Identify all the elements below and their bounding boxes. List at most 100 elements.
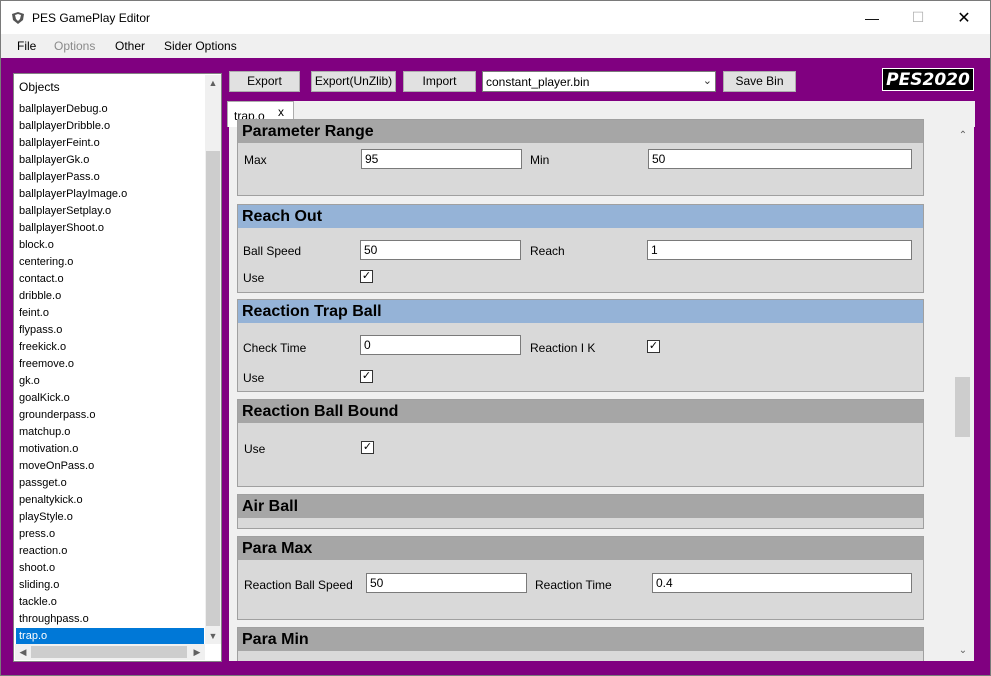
scroll-thumb[interactable] — [955, 377, 970, 437]
check-time-input[interactable]: 0 — [360, 335, 521, 355]
reaction-ik-checkbox[interactable]: ✓ — [647, 340, 660, 353]
max-input[interactable]: 95 — [361, 149, 522, 169]
group-title: Reach Out — [238, 205, 923, 228]
group-title: Para Max — [238, 537, 923, 560]
list-item[interactable]: goalKick.o — [16, 390, 204, 407]
list-item[interactable]: ballplayerDebug.o — [16, 101, 204, 118]
list-item[interactable]: press.o — [16, 526, 204, 543]
pes-logo: PES2020 — [882, 68, 974, 91]
list-item[interactable]: moveOnPass.o — [16, 458, 204, 475]
list-item[interactable]: ballplayerShoot.o — [16, 220, 204, 237]
menu-other[interactable]: Other — [115, 39, 145, 53]
list-item[interactable]: contact.o — [16, 271, 204, 288]
list-item[interactable]: ballplayerFeint.o — [16, 135, 204, 152]
list-item[interactable]: grounderpass.o — [16, 407, 204, 424]
list-item[interactable]: ballplayerGk.o — [16, 152, 204, 169]
scroll-left-icon[interactable]: ◀ — [15, 644, 31, 660]
title-bar: PES GamePlay Editor — ☐ ✕ — [1, 1, 990, 34]
scroll-thumb[interactable] — [206, 151, 220, 626]
list-item[interactable]: throughpass.o — [16, 611, 204, 628]
minimize-button[interactable]: — — [849, 1, 895, 34]
list-item[interactable]: centering.o — [16, 254, 204, 271]
import-button[interactable]: Import — [403, 71, 476, 92]
use-checkbox[interactable]: ✓ — [361, 441, 374, 454]
group-title: Air Ball — [238, 495, 923, 518]
group-title: Para Min — [238, 628, 923, 651]
objects-list[interactable]: Objects ballplayerDebug.o ballplayerDribb… — [13, 73, 222, 662]
list-item[interactable]: tackle.o — [16, 594, 204, 611]
use-checkbox[interactable]: ✓ — [360, 370, 373, 383]
list-item[interactable]: playStyle.o — [16, 509, 204, 526]
hscroll-thumb[interactable] — [31, 646, 187, 658]
reach-label: Reach — [530, 244, 565, 258]
reaction-time-input[interactable]: 0.4 — [652, 573, 912, 593]
list-item[interactable]: dribble.o — [16, 288, 204, 305]
reach-input[interactable]: 1 — [647, 240, 912, 260]
reaction-time-label: Reaction Time — [535, 578, 612, 592]
list-item[interactable]: flypass.o — [16, 322, 204, 339]
group-title: Parameter Range — [238, 120, 923, 143]
objects-header: Objects — [19, 80, 60, 94]
max-label: Max — [244, 153, 267, 167]
list-item[interactable]: ballplayerPass.o — [16, 169, 204, 186]
export-button[interactable]: Export — [229, 71, 300, 92]
group-air-ball: Air Ball — [237, 494, 924, 529]
list-item[interactable]: shoot.o — [16, 560, 204, 577]
app-window: PES GamePlay Editor — ☐ ✕ File Options O… — [0, 0, 991, 676]
list-item[interactable]: freemove.o — [16, 356, 204, 373]
menu-sider-options[interactable]: Sider Options — [164, 39, 237, 53]
tab-close-icon[interactable]: x — [278, 105, 284, 119]
list-item[interactable]: feint.o — [16, 305, 204, 322]
scroll-up-icon[interactable]: ⌃ — [953, 127, 973, 145]
list-item[interactable]: gk.o — [16, 373, 204, 390]
list-item[interactable]: block.o — [16, 237, 204, 254]
export-unzlib-button[interactable]: Export(UnZlib) — [311, 71, 396, 92]
content-vertical-scrollbar[interactable]: ⌃ ⌄ — [953, 127, 973, 661]
min-label: Min — [530, 153, 550, 167]
menu-options[interactable]: Options — [54, 39, 95, 53]
list-item[interactable]: sliding.o — [16, 577, 204, 594]
group-para-max: Para Max Reaction Ball Speed 50 Reaction… — [237, 536, 924, 620]
list-item[interactable]: motivation.o — [16, 441, 204, 458]
app-icon — [12, 12, 24, 24]
file-select[interactable]: constant_player.bin ⌄ — [482, 71, 716, 92]
menu-bar: File Options Other Sider Options — [1, 34, 990, 58]
use-label: Use — [244, 442, 266, 456]
list-item[interactable]: passget.o — [16, 475, 204, 492]
scroll-up-icon[interactable]: ▲ — [205, 75, 221, 91]
group-title: Reaction Ball Bound — [238, 400, 923, 423]
list-item[interactable]: ballplayerDribble.o — [16, 118, 204, 135]
scroll-down-icon[interactable]: ▼ — [205, 628, 221, 644]
reaction-ball-speed-input[interactable]: 50 — [366, 573, 527, 593]
save-bin-button[interactable]: Save Bin — [723, 71, 796, 92]
group-title: Reaction Trap Ball — [238, 300, 923, 323]
ball-speed-label: Ball Speed — [243, 244, 302, 258]
use-checkbox[interactable]: ✓ — [360, 270, 373, 283]
list-item[interactable]: freekick.o — [16, 339, 204, 356]
menu-file[interactable]: File — [17, 39, 36, 53]
window-title: PES GamePlay Editor — [32, 11, 151, 25]
group-reaction-trap-ball: Reaction Trap Ball Check Time 0 Reaction… — [237, 299, 924, 392]
reaction-ik-label: Reaction I K — [530, 341, 596, 355]
min-input[interactable]: 50 — [648, 149, 912, 169]
scroll-down-icon[interactable]: ⌄ — [953, 642, 973, 660]
list-item[interactable]: penaltykick.o — [16, 492, 204, 509]
list-item[interactable]: trap.o — [16, 628, 204, 645]
list-item[interactable]: reaction.o — [16, 543, 204, 560]
objects-horizontal-scrollbar[interactable]: ◀ ▶ — [15, 644, 205, 660]
scroll-right-icon[interactable]: ▶ — [189, 644, 205, 660]
chevron-down-icon: ⌄ — [702, 75, 712, 87]
list-item[interactable]: ballplayerPlayImage.o — [16, 186, 204, 203]
use-label: Use — [243, 371, 265, 385]
group-reaction-ball-bound: Reaction Ball Bound Use ✓ — [237, 399, 924, 487]
close-button[interactable]: ✕ — [941, 1, 987, 34]
list-item[interactable]: ballplayerSetplay.o — [16, 203, 204, 220]
maximize-button[interactable]: ☐ — [895, 1, 941, 34]
group-reach-out: Reach Out Ball Speed 50 Reach 1 Use ✓ — [237, 204, 924, 293]
group-para-min: Para Min — [237, 627, 924, 661]
file-select-value: constant_player.bin — [486, 75, 590, 89]
group-parameter-range: Parameter Range Max 95 Min 50 — [237, 119, 924, 196]
list-item[interactable]: matchup.o — [16, 424, 204, 441]
ball-speed-input[interactable]: 50 — [360, 240, 521, 260]
objects-vertical-scrollbar[interactable]: ▲ ▼ — [205, 75, 221, 644]
